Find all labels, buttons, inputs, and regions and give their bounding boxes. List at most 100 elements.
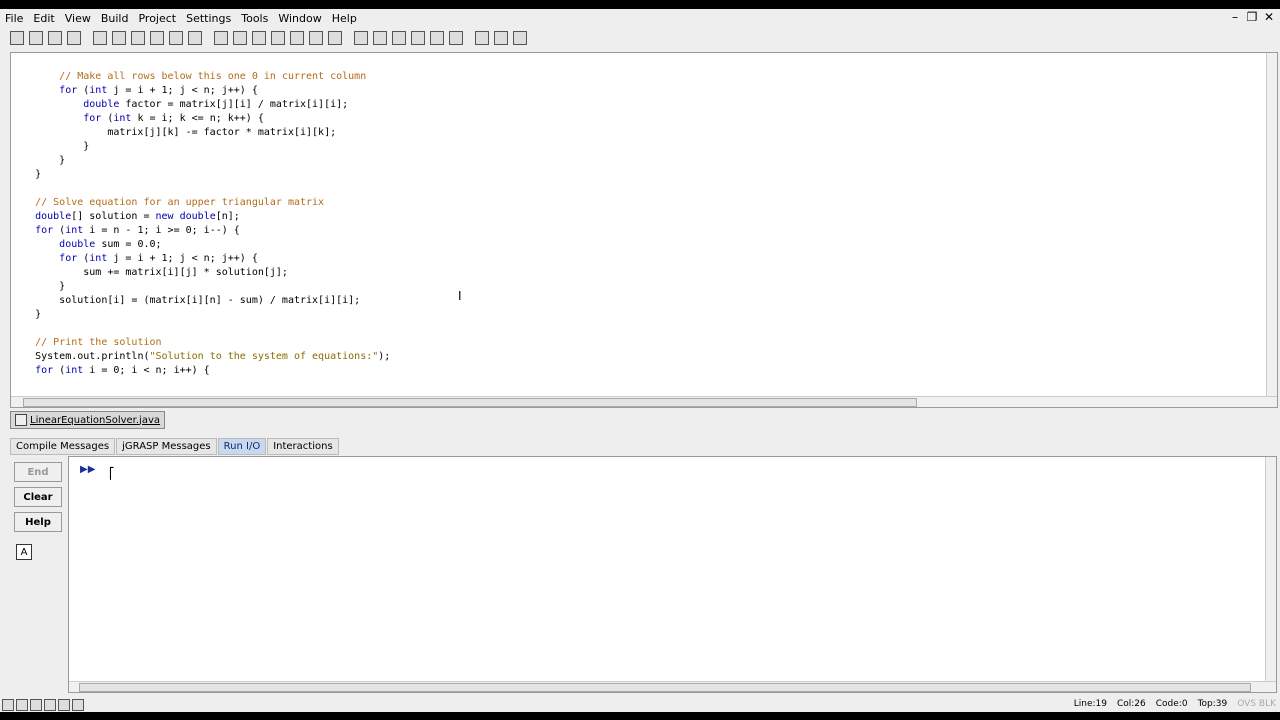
code-line: double[] solution = new double[n];: [11, 210, 390, 224]
browse-icon[interactable]: [326, 29, 344, 47]
close-icon[interactable]: ✕: [1262, 9, 1276, 25]
editor-horizontal-scroll-thumb[interactable]: [23, 398, 917, 407]
code-line: double sum = 0.0;: [11, 238, 390, 252]
doc-icon[interactable]: [511, 29, 529, 47]
font-size-icon[interactable]: A: [16, 544, 32, 560]
menu-tools[interactable]: Tools: [236, 12, 273, 25]
restore-icon[interactable]: ❐: [1245, 9, 1259, 25]
code-line: double factor = matrix[j][i] / matrix[i]…: [11, 98, 390, 112]
code-line: for (int j = i + 1; j < n; j++) {: [11, 84, 390, 98]
tab-run-io[interactable]: Run I/O: [217, 438, 267, 455]
code-text[interactable]: // Make all rows below this one 0 in cur…: [11, 70, 390, 378]
menu-file[interactable]: File: [0, 12, 28, 25]
redo-icon[interactable]: [167, 29, 185, 47]
save-icon[interactable]: [27, 29, 45, 47]
font-icon[interactable]: [186, 29, 204, 47]
code-text: sum = 0.0;: [95, 239, 162, 250]
menu-help[interactable]: Help: [327, 12, 362, 25]
code-line: }: [11, 308, 390, 322]
code-text: j = i + 1; j < n; j++) {: [107, 253, 258, 264]
menu-edit[interactable]: Edit: [28, 12, 59, 25]
help-button[interactable]: Help: [14, 512, 62, 532]
status-code: Code:0: [1155, 699, 1188, 709]
open-icon[interactable]: [8, 29, 26, 47]
code-keyword: int: [113, 113, 132, 124]
editor-horizontal-scrollbar[interactable]: [11, 396, 1277, 407]
junit-icon[interactable]: [492, 29, 510, 47]
cut-icon[interactable]: [91, 29, 109, 47]
split-icon[interactable]: [16, 699, 28, 711]
fold-icon[interactable]: [250, 29, 268, 47]
minimize-icon[interactable]: –: [1228, 9, 1242, 25]
code-text: (: [77, 253, 90, 264]
tab-compile-messages[interactable]: Compile Messages: [10, 438, 116, 455]
status-flags: OVS BLK: [1237, 699, 1276, 709]
run-io-console[interactable]: ▶▶ ⎡: [68, 456, 1277, 693]
tile-icon[interactable]: [58, 699, 70, 711]
end-button[interactable]: End: [14, 462, 62, 482]
toolbar: [8, 28, 529, 48]
code-text: }: [35, 169, 42, 180]
status-bar: Line:19 Col:26 Code:0 Top:39 OVS BLK: [0, 698, 1280, 712]
undo-icon[interactable]: [148, 29, 166, 47]
step-icon[interactable]: [409, 29, 427, 47]
tab-jgrasp-messages[interactable]: jGRASP Messages: [116, 438, 217, 455]
menu-view[interactable]: View: [60, 12, 96, 25]
interactions-icon[interactable]: [447, 29, 465, 47]
paste-icon[interactable]: [129, 29, 147, 47]
editor-vertical-scrollbar[interactable]: [1266, 53, 1277, 407]
file-tab[interactable]: LinearEquationSolver.java: [10, 411, 166, 429]
java-file-icon: [15, 414, 27, 426]
code-text: System.out.println(: [35, 351, 150, 362]
print-icon[interactable]: [65, 29, 83, 47]
font-icon[interactable]: [72, 699, 84, 711]
menu-window[interactable]: Window: [273, 12, 326, 25]
menu-project[interactable]: Project: [133, 12, 181, 25]
window-icon[interactable]: [44, 699, 56, 711]
remove-csd-icon[interactable]: [231, 29, 249, 47]
copy-icon[interactable]: [110, 29, 128, 47]
unfold-icon[interactable]: [269, 29, 287, 47]
console-horizontal-scroll-thumb[interactable]: [79, 683, 1251, 692]
code-line: for (int k = i; k <= n; k++) {: [11, 112, 390, 126]
code-editor[interactable]: // Make all rows below this one 0 in cur…: [10, 52, 1278, 408]
console-cursor: ⎡: [109, 467, 115, 480]
menu-build[interactable]: Build: [96, 12, 134, 25]
status-icons: [2, 699, 84, 711]
code-keyword: for: [35, 225, 54, 236]
workbench-icon[interactable]: [428, 29, 446, 47]
code-comment: // Print the solution: [35, 337, 162, 348]
code-keyword: int: [65, 365, 84, 376]
cpg-icon[interactable]: [288, 29, 306, 47]
console-horizontal-scrollbar[interactable]: [69, 681, 1276, 692]
checkstyle-icon[interactable]: [473, 29, 491, 47]
save-all-icon[interactable]: [46, 29, 64, 47]
code-text: matrix[j][k] -= factor * matrix[i][k];: [107, 127, 337, 138]
code-text: }: [35, 309, 42, 320]
code-text: }: [59, 281, 66, 292]
grid-icon[interactable]: [30, 699, 42, 711]
tab-interactions[interactable]: Interactions: [267, 438, 339, 455]
code-keyword: int: [65, 225, 84, 236]
status-line: Line:19: [1073, 699, 1107, 709]
code-text: i = n - 1; i >= 0; i--) {: [83, 225, 240, 236]
console-vertical-scrollbar[interactable]: [1265, 457, 1276, 692]
uml-icon[interactable]: [307, 29, 325, 47]
clear-button[interactable]: Clear: [14, 487, 62, 507]
compile-icon[interactable]: [352, 29, 370, 47]
layout-icon[interactable]: [2, 699, 14, 711]
run-icon[interactable]: [371, 29, 389, 47]
debug-icon[interactable]: [390, 29, 408, 47]
code-string: "Solution to the system of equations:": [149, 351, 379, 362]
menu-settings[interactable]: Settings: [181, 12, 236, 25]
code-line: for (int j = i + 1; j < n; j++) {: [11, 252, 390, 266]
generate-csd-icon[interactable]: [212, 29, 230, 47]
